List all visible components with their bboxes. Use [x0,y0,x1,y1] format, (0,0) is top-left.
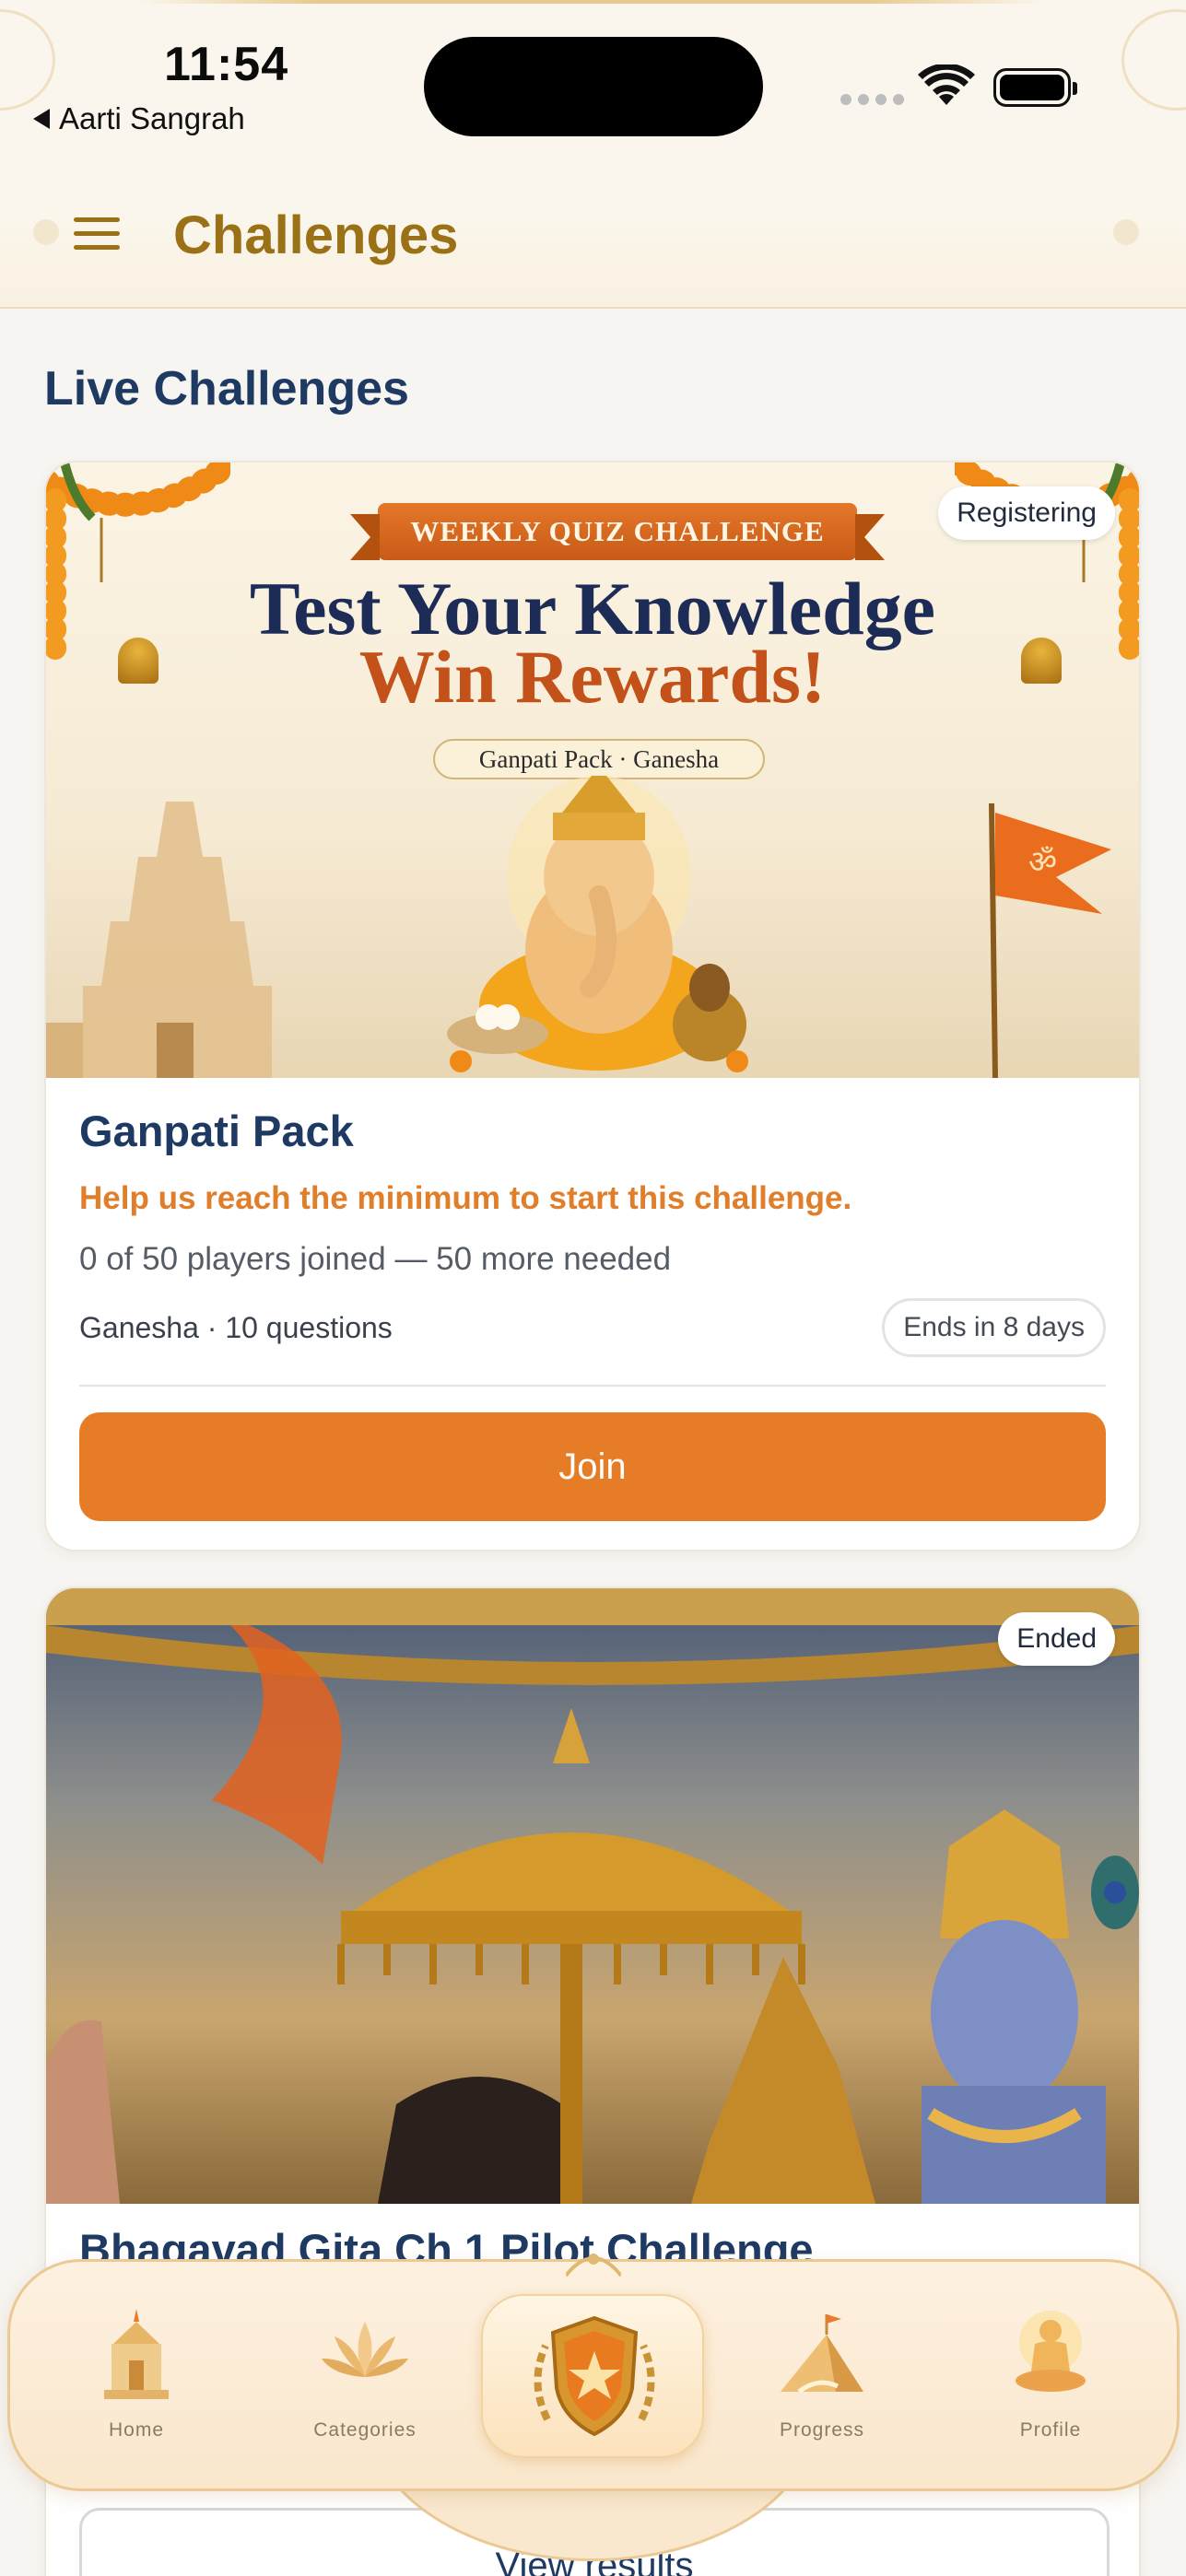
nav-label-profile: Profile [1019,2419,1082,2441]
back-to-app-link[interactable]: Aarti Sangrah [33,101,245,136]
nav-item-progress[interactable]: Progress [730,2303,914,2441]
nav-label-categories: Categories [313,2419,417,2441]
nav-label-home: Home [108,2419,165,2441]
top-ornament-line [138,0,1046,4]
om-flag-illustration: ॐ [989,802,1111,1078]
status-badge: Registering [938,486,1115,540]
challenge-alert-text: Help us reach the minimum to start this … [79,1180,852,1216]
challenge-banner-image: Ended [46,1588,1139,2204]
nav-item-profile[interactable]: Profile [958,2303,1143,2441]
mountain-flag-icon [781,2314,863,2395]
cellular-dots-icon [840,94,904,105]
join-button[interactable]: Join [79,1412,1106,1521]
banner-ribbon: WEEKLY QUIZ CHALLENGE [350,503,885,560]
wifi-icon [918,64,975,105]
lotus-icon [322,2322,408,2377]
back-triangle-icon [33,109,50,129]
nav-item-categories[interactable]: Categories [273,2303,457,2441]
swirl-ornament-left [0,9,55,111]
challenge-title: Ganpati Pack [79,1107,354,1155]
decor-dot-left [33,219,59,245]
dynamic-island [424,37,763,136]
card-divider [79,1385,1106,1387]
section-title-live-challenges: Live Challenges [44,362,409,416]
banner-subtitle: Ganpati Pack · Ganesha [433,739,765,779]
status-badge: Ended [998,1612,1115,1666]
meditation-icon [1016,2311,1086,2392]
golden-umbrella-illustration [337,1708,805,2204]
ganesha-illustration [447,776,748,1072]
krishna-illustration [922,1809,1139,2204]
hamburger-menu-icon[interactable] [74,217,120,251]
decor-dot-right [1113,219,1139,245]
battery-icon [993,68,1077,107]
challenge-meta: Ganesha · 10 questions [79,1310,393,1344]
banner-headline-2: Win Rewards! [358,635,827,719]
challenge-banner-image: WEEKLY QUIZ CHALLENGE Test Your Knowledg… [46,463,1139,1078]
ends-in-badge: Ends in 8 days [882,1298,1106,1357]
shield-star-icon [534,2315,655,2437]
page-title: Challenges [173,205,459,265]
temple-icon [104,2309,169,2399]
back-app-label: Aarti Sangrah [59,101,245,135]
nav-item-home[interactable]: Home [44,2303,229,2441]
swirl-ornament-right [1121,9,1186,111]
temple-gopuram-illustration [46,802,272,1078]
nav-label-progress: Progress [779,2419,865,2441]
nav-ornament-icon [566,2254,621,2277]
challenge-players-progress: 0 of 50 players joined — 50 more needed [79,1241,672,1277]
svg-text:ॐ: ॐ [1028,844,1057,881]
nav-item-challenges[interactable] [481,2294,704,2458]
top-header-area: 11:54 Aarti Sangrah Challenges [0,0,1186,309]
status-time: 11:54 [164,38,289,91]
challenge-card[interactable]: WEEKLY QUIZ CHALLENGE Test Your Knowledg… [44,461,1141,1551]
